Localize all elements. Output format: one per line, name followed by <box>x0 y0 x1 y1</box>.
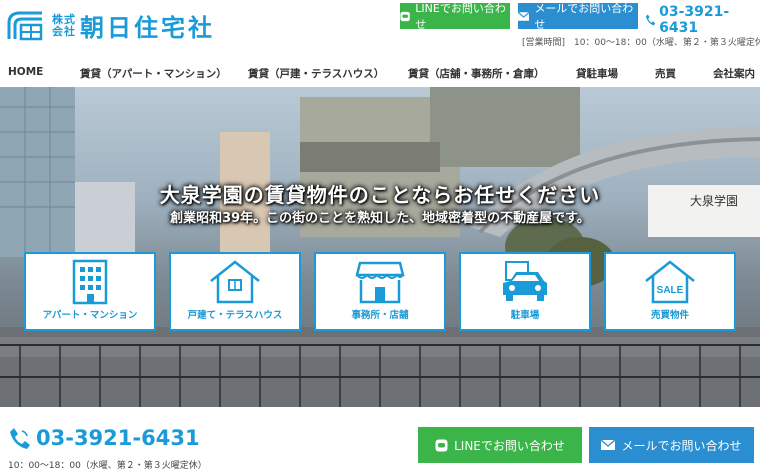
site-header: 株式会社 朝日住宅社 LINEでお問い合わせ メールでお問い合わせ 03-392… <box>0 0 760 58</box>
phone-icon <box>645 14 656 26</box>
footer-business-hours: 10：00〜18：00（水曜、第２・第３火曜定休） <box>8 461 207 471</box>
storefront-icon <box>355 261 405 304</box>
header-line-label: LINEでお問い合わせ <box>415 2 506 31</box>
card-house[interactable]: 戸建て・テラスハウス <box>169 252 301 331</box>
card-store[interactable]: 事務所・店舗 <box>314 252 446 331</box>
hero-street-photo: 大泉学園 <box>0 87 760 407</box>
footer-phone-number: 03-3921-6431 <box>36 426 200 450</box>
card-house-label: 戸建て・テラスハウス <box>187 310 283 321</box>
mail-icon <box>518 11 530 21</box>
car-icon <box>503 261 547 301</box>
card-store-label: 事務所・店舗 <box>351 310 409 321</box>
nav-item-rent-house[interactable]: 賃貸（戸建・テラスハウス） <box>248 66 384 81</box>
line-chat-icon <box>400 11 410 21</box>
footer-mail-label: メールでお問い合わせ <box>621 438 742 453</box>
sale-house-icon: SALE <box>645 260 695 304</box>
header-phone-number: 03-3921-6431 <box>659 4 730 36</box>
line-chat-icon <box>435 439 448 451</box>
nav-item-home[interactable]: HOME <box>8 66 43 78</box>
card-sale[interactable]: SALE 売買物件 <box>604 252 736 331</box>
logo-kaisha: 株式会社 <box>52 12 76 38</box>
sale-badge-text: SALE <box>657 285 684 296</box>
footer-mail-button[interactable]: メールでお問い合わせ <box>589 427 754 463</box>
house-icon <box>210 260 260 304</box>
card-apartment[interactable]: アパート・マンション <box>24 252 156 331</box>
hero-banner: 大泉学園 大泉学園の賃貸物件のことならお任せください 創業昭和39年。この街のこ… <box>0 87 760 407</box>
nav-item-rent-shop[interactable]: 賃貸（店舗・事務所・倉庫） <box>408 66 545 81</box>
footer-line-label: LINEでお問い合わせ <box>454 438 565 453</box>
header-mail-label: メールでお問い合わせ <box>534 2 634 31</box>
hero-title: 大泉学園の賃貸物件のことならお任せください <box>159 183 601 207</box>
footer-phone[interactable]: 03-3921-6431 <box>8 426 200 450</box>
header-phone[interactable]: 03-3921-6431 <box>645 4 760 36</box>
logo-company-name: 朝日住宅社 <box>80 14 215 42</box>
footer-line-button[interactable]: LINEでお問い合わせ <box>418 427 582 463</box>
header-business-hours: [営業時間] 10：00～18：00（水曜、第２・第３火曜定休） <box>522 38 760 48</box>
main-nav: HOME 賃貸（アパート・マンション） 賃貸（戸建・テラスハウス） 賃貸（店舗・… <box>0 58 760 86</box>
card-parking-label: 駐車場 <box>510 310 540 321</box>
company-logo[interactable]: 株式会社 朝日住宅社 <box>6 8 215 43</box>
header-mail-button[interactable]: メールでお問い合わせ <box>518 2 638 31</box>
mail-icon <box>601 440 616 450</box>
nav-item-sales[interactable]: 売買 <box>655 66 676 81</box>
apartment-building-icon <box>72 259 108 305</box>
hero-subtitle: 創業昭和39年。この街のことを熟知した、地域密着型の不動産屋です。 <box>170 211 590 226</box>
category-cards: アパート・マンション 戸建て・テラスハウス 事務所・店舗 駐車場 SALE 売買… <box>24 252 736 331</box>
header-line-button[interactable]: LINEでお問い合わせ <box>400 2 510 31</box>
card-sale-label: 売買物件 <box>650 310 689 321</box>
nav-item-rent-apartment[interactable]: 賃貸（アパート・マンション） <box>80 66 227 81</box>
card-parking[interactable]: 駐車場 <box>459 252 591 331</box>
nav-item-parking[interactable]: 貸駐車場 <box>576 66 618 81</box>
logo-mark-icon <box>7 11 43 40</box>
card-apartment-label: アパート・マンション <box>42 310 138 321</box>
phone-icon <box>10 428 30 449</box>
nav-item-company[interactable]: 会社案内 <box>713 66 755 81</box>
